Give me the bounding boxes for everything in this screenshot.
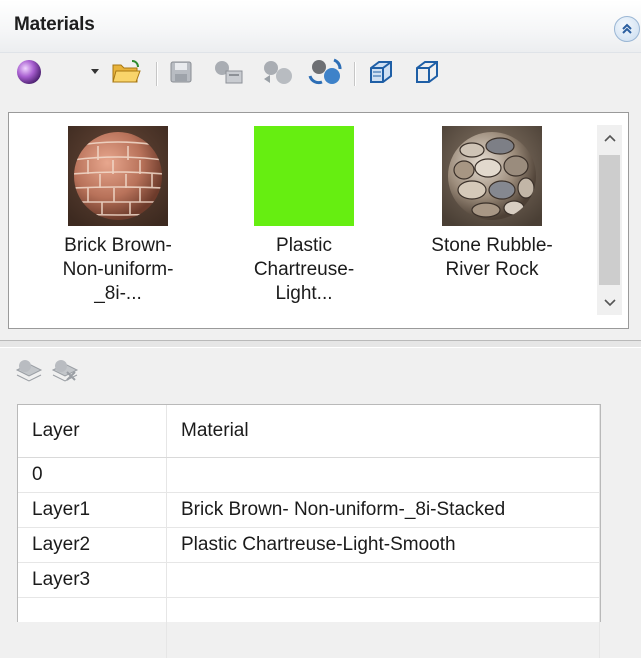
empty-cell <box>167 598 600 658</box>
layer-cell: Layer2 <box>18 528 167 563</box>
material-swatch-plastic[interactable]: Plastic Chartreuse-Light... <box>229 126 379 306</box>
panel-title: Materials <box>14 14 95 36</box>
double-chevron-up-icon[interactable] <box>614 16 640 42</box>
swatch-scrollbar[interactable] <box>597 125 622 315</box>
scroll-up-arrow-icon[interactable] <box>597 125 622 150</box>
swatch-label: Plastic Chartreuse-Light... <box>229 234 379 306</box>
material-sphere-icon[interactable] <box>14 52 44 92</box>
copy-material-icon[interactable] <box>210 52 246 92</box>
remove-from-layer-icon[interactable] <box>50 358 80 389</box>
table-empty-row <box>18 598 600 658</box>
column-header-material[interactable]: Material <box>167 405 600 458</box>
swatch-label: Stone Rubble- River Rock <box>417 234 567 282</box>
scroll-down-arrow-icon[interactable] <box>597 290 622 315</box>
table-row[interactable]: Layer2 Plastic Chartreuse-Light-Smooth <box>18 528 600 563</box>
material-swatch-brick[interactable]: Brick Brown- Non-uniform-_8i-... <box>43 126 193 306</box>
material-cell: Brick Brown- Non-uniform-_8i-Stacked <box>167 493 600 528</box>
table-header-row: Layer Material <box>18 405 600 458</box>
material-swatch-list: Brick Brown- Non-uniform-_8i-... Plastic… <box>8 112 629 329</box>
view-box-shaded-icon[interactable] <box>364 52 398 92</box>
layer-cell: 0 <box>18 458 167 493</box>
material-cell: Plastic Chartreuse-Light-Smooth <box>167 528 600 563</box>
stone-sphere-thumbnail <box>442 126 542 226</box>
material-swatch-stone[interactable]: Stone Rubble- River Rock <box>417 126 567 282</box>
assign-material-icon[interactable] <box>258 52 296 92</box>
view-box-wireframe-icon[interactable] <box>410 52 444 92</box>
dropdown-arrow-icon[interactable] <box>88 52 102 92</box>
layer-cell: Layer1 <box>18 493 167 528</box>
panel-header: Materials <box>0 0 641 53</box>
table-row[interactable]: Layer1 Brick Brown- Non-uniform-_8i-Stac… <box>18 493 600 528</box>
swatch-label: Brick Brown- Non-uniform-_8i-... <box>43 234 193 306</box>
table-row[interactable]: Layer3 <box>18 563 600 598</box>
brick-sphere-thumbnail <box>68 126 168 226</box>
layer-cell: Layer3 <box>18 563 167 598</box>
column-header-layer[interactable]: Layer <box>18 405 167 458</box>
panel-splitter[interactable] <box>0 340 641 348</box>
materials-toolbar <box>0 52 641 100</box>
open-folder-icon[interactable] <box>108 52 144 92</box>
table-row[interactable]: 0 <box>18 458 600 493</box>
material-cell <box>167 458 600 493</box>
synchronize-icon[interactable] <box>306 52 344 92</box>
chartreuse-color-thumbnail <box>254 126 354 226</box>
material-cell <box>167 563 600 598</box>
empty-cell <box>18 598 167 658</box>
layer-toolbar <box>14 356 80 390</box>
scrollbar-thumb[interactable] <box>599 155 620 285</box>
layer-material-table: Layer Material 0 Layer1 Brick Brown- Non… <box>17 404 601 622</box>
assign-to-layer-icon[interactable] <box>14 358 44 389</box>
save-icon[interactable] <box>166 52 196 92</box>
